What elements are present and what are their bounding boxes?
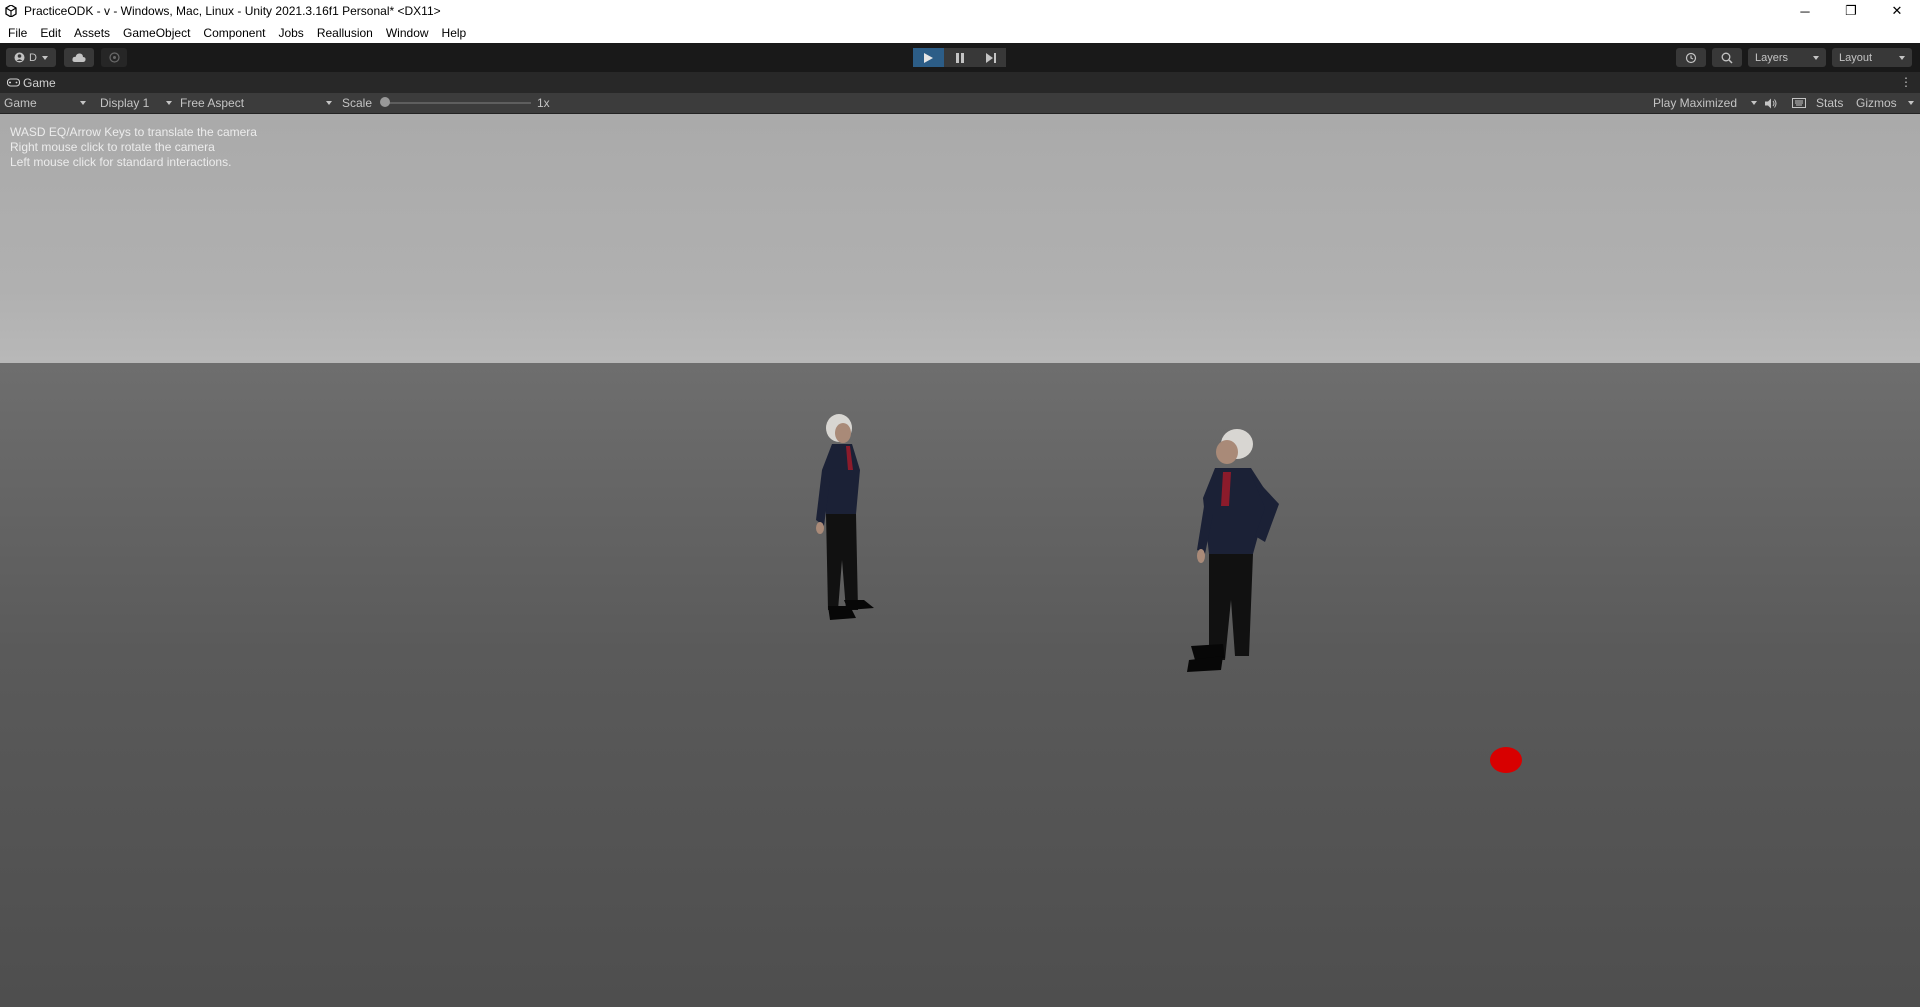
aspect-label: Free Aspect <box>180 96 245 110</box>
display-label: Display 1 <box>100 96 150 110</box>
main-toolbar: D Layers Layout <box>0 43 1920 72</box>
layers-dropdown[interactable]: Layers <box>1748 48 1826 67</box>
display-dropdown[interactable]: Display 1 <box>100 93 172 113</box>
tab-game[interactable]: Game <box>0 72 56 93</box>
account-label: D <box>29 51 37 64</box>
tab-game-label: Game <box>23 75 56 90</box>
chevron-down-icon <box>1908 101 1914 105</box>
menu-component[interactable]: Component <box>199 26 269 40</box>
character-left[interactable] <box>812 410 882 626</box>
mute-audio-button[interactable] <box>1765 93 1778 113</box>
account-icon <box>14 52 25 63</box>
pause-icon <box>955 52 964 63</box>
camera-help-text: WASD EQ/Arrow Keys to translate the came… <box>10 125 257 170</box>
undo-history-button[interactable] <box>1676 48 1706 67</box>
layers-label: Layers <box>1755 51 1789 64</box>
scale-label: Scale <box>342 96 373 110</box>
restore-button[interactable]: ❐ <box>1828 0 1874 22</box>
title-bar: PracticeODK - v - Windows, Mac, Linux - … <box>0 0 1920 22</box>
menu-help[interactable]: Help <box>438 26 471 40</box>
search-button[interactable] <box>1712 48 1742 67</box>
chevron-down-icon <box>41 55 48 60</box>
panel-tab-bar: Game ⋮ <box>0 72 1920 93</box>
collab-button[interactable] <box>101 48 127 67</box>
menu-file[interactable]: File <box>4 26 31 40</box>
menu-gameobject[interactable]: GameObject <box>119 26 194 40</box>
keyboard-icon <box>1792 98 1806 108</box>
step-icon <box>985 52 996 63</box>
chevron-down-icon <box>326 101 332 105</box>
chevron-down-icon <box>166 101 172 105</box>
gamepad-icon <box>7 78 20 87</box>
gizmos-dropdown[interactable]: Gizmos <box>1856 93 1914 113</box>
view-mode-label: Game <box>4 96 37 110</box>
menu-bar: File Edit Assets GameObject Component Jo… <box>0 22 1920 43</box>
red-target-marker[interactable] <box>1490 747 1522 773</box>
scale-slider-track[interactable] <box>386 102 531 104</box>
search-icon <box>1721 52 1733 64</box>
layout-label: Layout <box>1839 51 1873 64</box>
menu-window[interactable]: Window <box>382 26 433 40</box>
play-mode-label: Play Maximized <box>1653 96 1738 110</box>
ground-plane <box>0 363 1920 1007</box>
pause-button[interactable] <box>944 48 975 67</box>
minimize-button[interactable]: ─ <box>1782 0 1828 22</box>
help-line: Left mouse click for standard interactio… <box>10 155 232 169</box>
menu-assets[interactable]: Assets <box>70 26 114 40</box>
more-options-icon[interactable]: ⋮ <box>1900 75 1912 89</box>
menu-reallusion[interactable]: Reallusion <box>313 26 377 40</box>
game-viewport[interactable]: WASD EQ/Arrow Keys to translate the came… <box>0 114 1920 1007</box>
menu-edit[interactable]: Edit <box>36 26 65 40</box>
cloud-button[interactable] <box>64 48 94 67</box>
stats-button[interactable]: Stats <box>1816 93 1843 113</box>
scale-slider-handle[interactable] <box>380 97 390 107</box>
aspect-dropdown[interactable]: Free Aspect <box>180 93 332 113</box>
menu-jobs[interactable]: Jobs <box>274 26 307 40</box>
chevron-down-icon <box>80 101 86 105</box>
gizmos-label: Gizmos <box>1856 96 1897 110</box>
play-button[interactable] <box>913 48 944 67</box>
sky <box>0 114 1920 363</box>
layout-dropdown[interactable]: Layout <box>1832 48 1912 67</box>
play-icon <box>924 52 933 63</box>
close-button[interactable]: ✕ <box>1874 0 1920 22</box>
playmode-controls <box>913 48 1006 67</box>
window-title: PracticeODK - v - Windows, Mac, Linux - … <box>24 4 441 18</box>
chevron-down-icon <box>1751 101 1757 105</box>
step-button[interactable] <box>975 48 1006 67</box>
scale-value: 1x <box>537 96 550 110</box>
play-mode-dropdown[interactable]: Play Maximized <box>1653 93 1757 113</box>
help-line: Right mouse click to rotate the camera <box>10 140 215 154</box>
history-icon <box>1685 52 1697 63</box>
account-dropdown[interactable]: D <box>6 48 56 67</box>
view-mode-dropdown[interactable]: Game <box>4 93 86 113</box>
chevron-down-icon <box>1813 55 1819 60</box>
help-line: WASD EQ/Arrow Keys to translate the came… <box>10 125 257 139</box>
game-view-toolbar: Game Display 1 Free Aspect Scale 1x Play… <box>0 93 1920 114</box>
collab-icon <box>108 52 120 63</box>
shortcuts-button[interactable] <box>1792 93 1806 113</box>
cloud-icon <box>72 53 86 62</box>
character-right[interactable] <box>1175 424 1285 674</box>
speaker-icon <box>1765 98 1777 108</box>
unity-logo-icon <box>4 4 18 18</box>
chevron-down-icon <box>1899 55 1905 60</box>
